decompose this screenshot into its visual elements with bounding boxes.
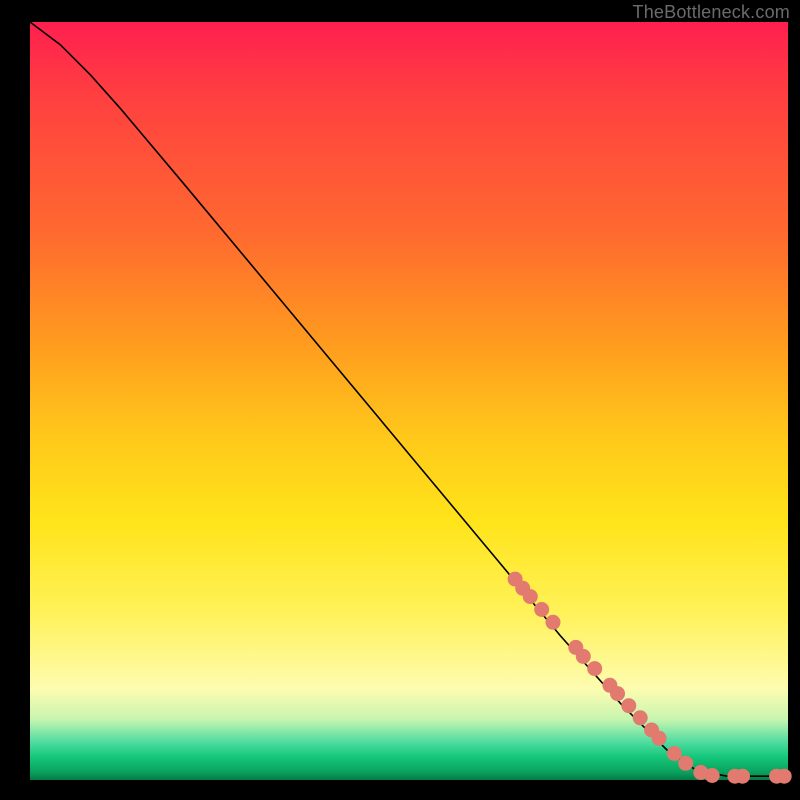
data-marker — [678, 756, 693, 771]
data-marker — [652, 731, 667, 746]
chart-stage: TheBottleneck.com — [0, 0, 800, 800]
data-marker — [610, 686, 625, 701]
chart-overlay — [30, 22, 788, 780]
data-marker — [546, 615, 561, 630]
data-marker — [534, 602, 549, 617]
data-marker — [633, 710, 648, 725]
attribution-label: TheBottleneck.com — [633, 2, 790, 23]
data-marker — [576, 649, 591, 664]
data-marker — [777, 769, 792, 784]
marker-group — [508, 572, 792, 784]
data-marker — [667, 746, 682, 761]
bottleneck-curve — [30, 22, 788, 776]
data-marker — [621, 698, 636, 713]
data-marker — [705, 768, 720, 783]
data-marker — [523, 589, 538, 604]
data-marker — [587, 661, 602, 676]
data-marker — [735, 769, 750, 784]
